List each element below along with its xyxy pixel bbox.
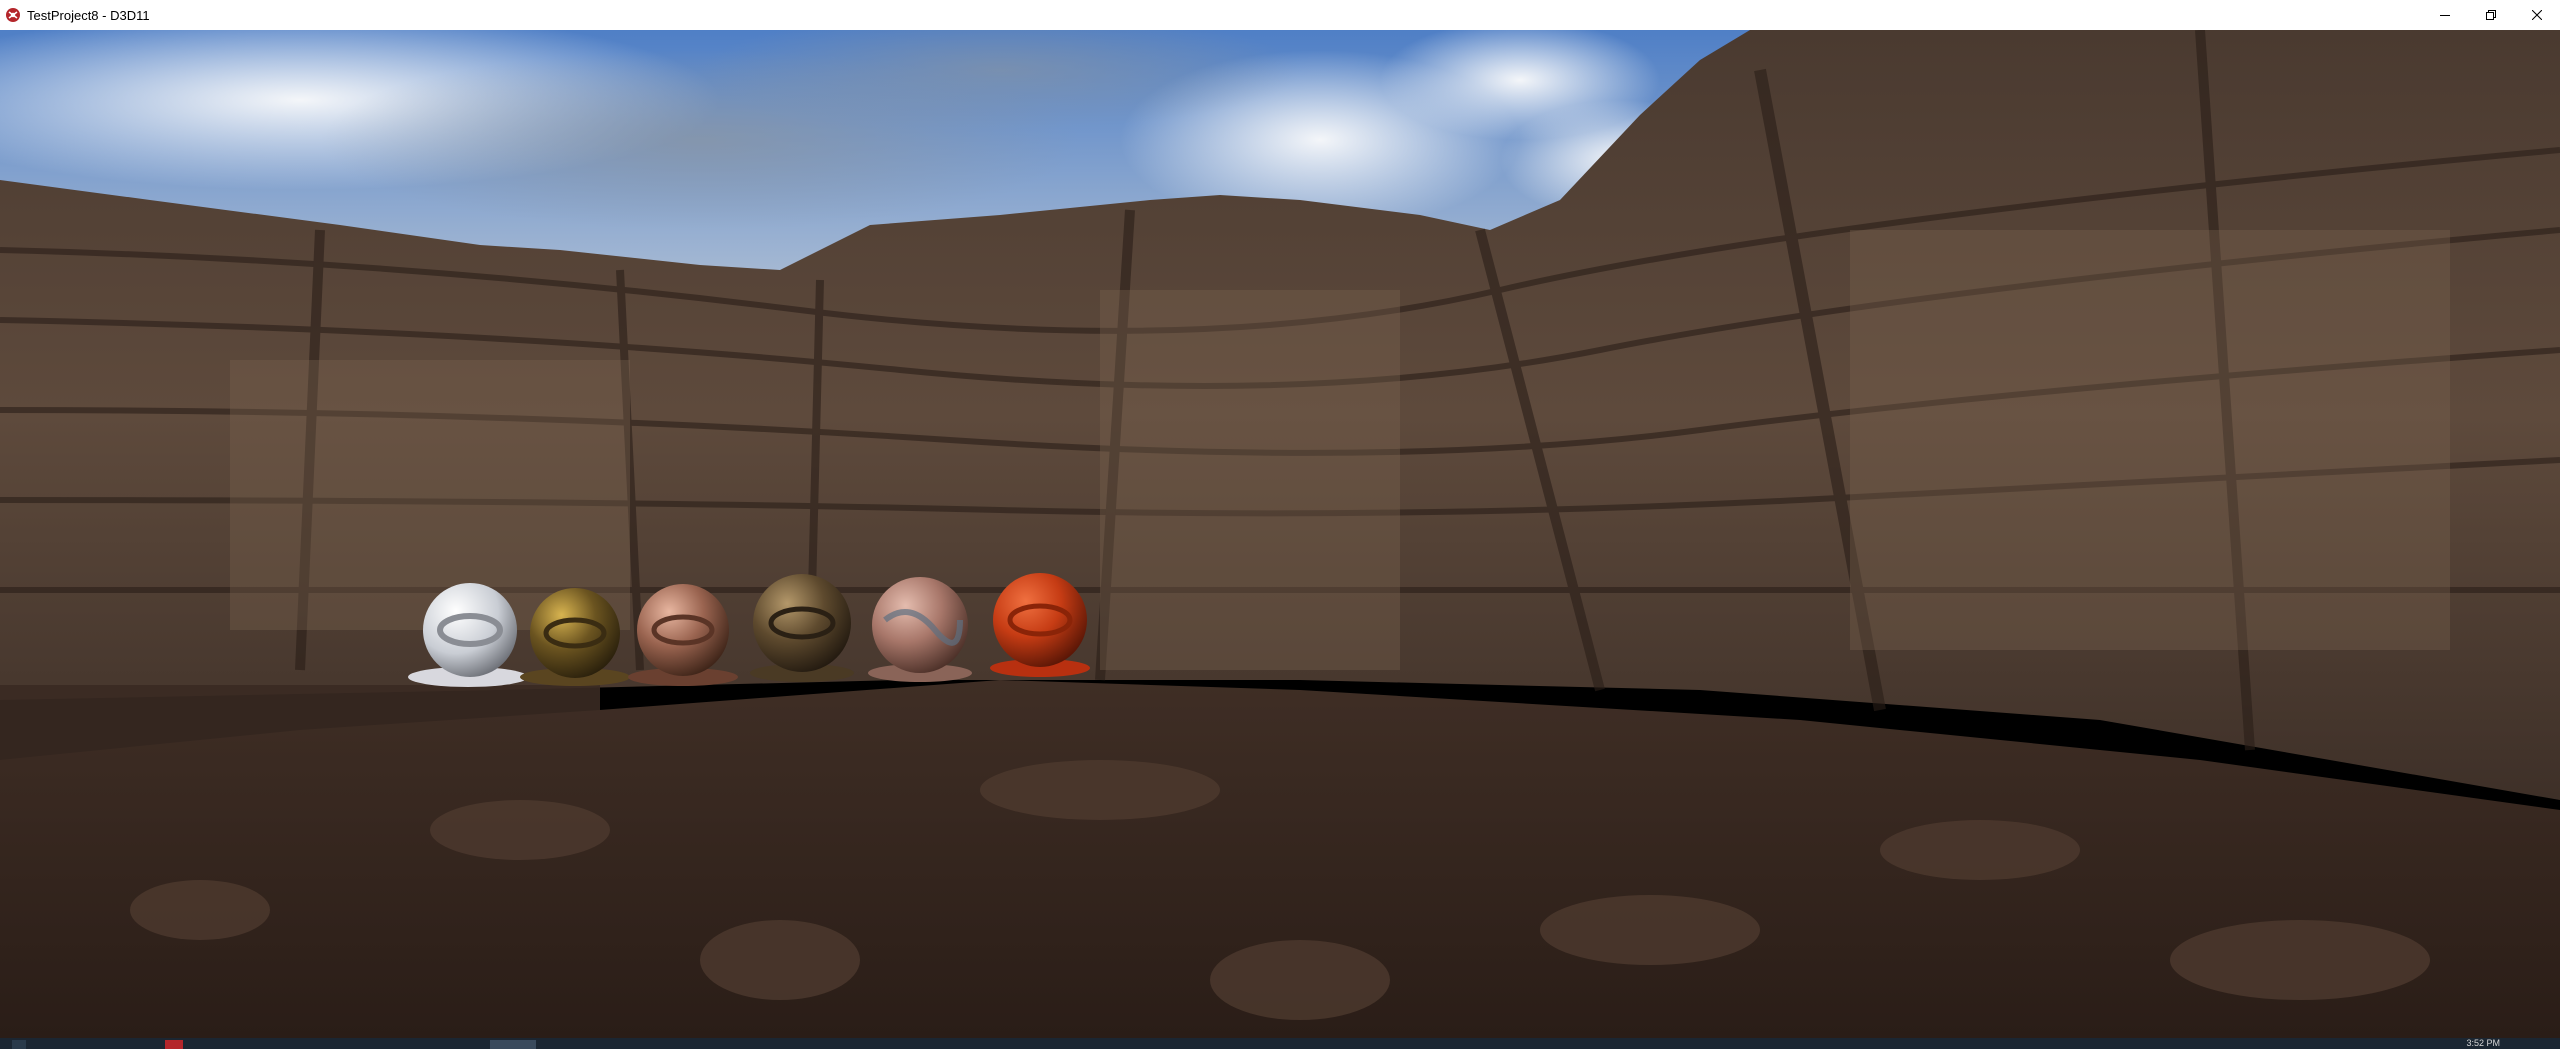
taskbar: 3:52 PM	[0, 1038, 2560, 1049]
minimize-icon	[2440, 10, 2450, 20]
restore-button[interactable]	[2468, 0, 2514, 30]
title-bar[interactable]: TestProject8 - D3D11	[0, 0, 2560, 30]
app-icon	[5, 7, 21, 23]
window-controls	[2422, 0, 2560, 30]
window-title: TestProject8 - D3D11	[27, 7, 150, 23]
application-window: TestProject8 - D3D11 3:52 PM	[0, 0, 2560, 1049]
app-taskbar-icon[interactable]	[165, 1040, 183, 1049]
minimize-button[interactable]	[2422, 0, 2468, 30]
close-button[interactable]	[2514, 0, 2560, 30]
render-viewport[interactable]	[0, 30, 2560, 1038]
restore-icon	[2486, 10, 2496, 20]
close-icon	[2532, 10, 2542, 20]
start-icon[interactable]	[12, 1040, 26, 1049]
active-task-icon[interactable]	[490, 1040, 536, 1049]
taskbar-clock[interactable]: 3:52 PM	[2466, 1038, 2500, 1049]
